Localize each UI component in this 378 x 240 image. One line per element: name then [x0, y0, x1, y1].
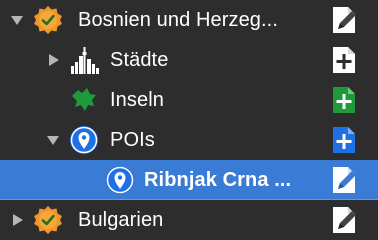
- edit-icon[interactable]: [328, 204, 360, 236]
- map-pin-icon: [104, 164, 136, 196]
- add-icon[interactable]: [328, 84, 360, 116]
- tree-row-label: Inseln: [110, 89, 164, 111]
- tree-row-label: Städte: [110, 49, 169, 71]
- tree-row-ribnjak-crna[interactable]: Ribnjak Crna ...: [0, 160, 378, 200]
- tree-row-bosnien[interactable]: Bosnien und Herzeg...: [0, 0, 378, 40]
- disclosure-triangle-expanded-icon[interactable]: [46, 133, 60, 147]
- edit-icon[interactable]: [328, 4, 360, 36]
- island-icon: [68, 84, 100, 116]
- disclosure-triangle-expanded-icon[interactable]: [10, 13, 24, 27]
- disclosure-triangle-collapsed-icon[interactable]: [10, 213, 24, 227]
- badge-icon: [32, 204, 64, 236]
- tree-row-pois[interactable]: POIs: [0, 120, 378, 160]
- city-skyline-icon: [68, 44, 100, 76]
- outline-tree: Bosnien und Herzeg... Städte Inseln POIs…: [0, 0, 378, 240]
- tree-row-label: Ribnjak Crna ...: [144, 169, 292, 191]
- edit-icon[interactable]: [328, 164, 360, 196]
- tree-row-inseln[interactable]: Inseln: [0, 80, 378, 120]
- tree-row-staedte[interactable]: Städte: [0, 40, 378, 80]
- add-icon[interactable]: [328, 44, 360, 76]
- badge-icon: [32, 4, 64, 36]
- add-icon[interactable]: [328, 124, 360, 156]
- disclosure-triangle-collapsed-icon[interactable]: [46, 53, 60, 67]
- tree-row-bulgarien[interactable]: Bulgarien: [0, 200, 378, 240]
- map-pin-icon: [68, 124, 100, 156]
- tree-row-label: POIs: [110, 129, 155, 151]
- tree-row-label: Bulgarien: [78, 209, 164, 231]
- tree-row-label: Bosnien und Herzeg...: [78, 9, 279, 31]
